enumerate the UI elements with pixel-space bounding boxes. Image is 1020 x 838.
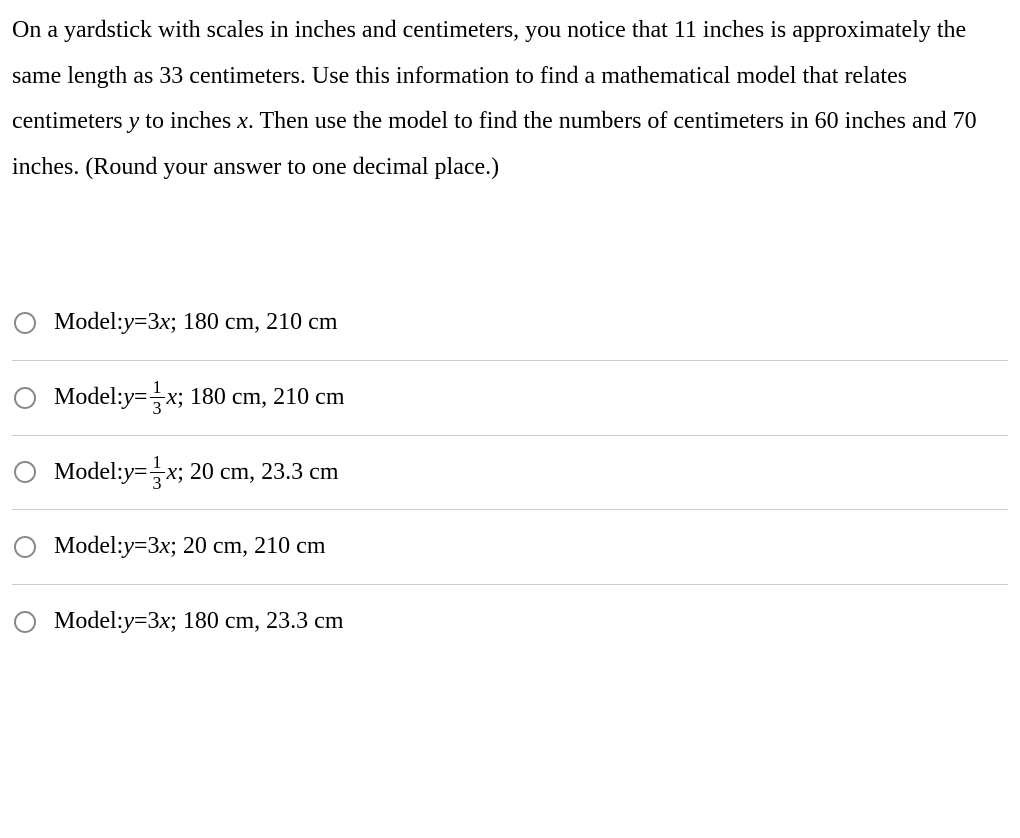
rest: ; 180 cm, 210 cm (170, 300, 337, 346)
option-row[interactable]: Model: y = 3x; 20 cm, 210 cm (12, 510, 1008, 585)
denominator: 3 (150, 398, 165, 417)
radio-icon[interactable] (14, 536, 36, 558)
x-var: x (160, 300, 171, 346)
x-var: x (167, 375, 178, 421)
denominator: 3 (150, 473, 165, 492)
equals: = (134, 300, 148, 346)
equals: = (134, 375, 148, 421)
y-var: y (123, 524, 134, 570)
numerator: 1 (150, 453, 165, 473)
model-label: Model: (54, 375, 123, 421)
rest: ; 180 cm, 210 cm (177, 375, 344, 421)
option-text: Model: y = 3x; 180 cm, 23.3 cm (54, 599, 344, 645)
rest: ; 20 cm, 23.3 cm (177, 450, 338, 496)
radio-icon[interactable] (14, 312, 36, 334)
variable-x: x (237, 108, 248, 134)
option-text: Model: y = 1 3 x; 20 cm, 23.3 cm (54, 450, 339, 496)
coef: 3 (148, 599, 160, 645)
y-var: y (123, 375, 134, 421)
numerator: 1 (150, 378, 165, 398)
options-list: Model: y = 3x; 180 cm, 210 cm Model: y =… (12, 286, 1008, 658)
fraction-icon: 1 3 (150, 453, 165, 492)
option-row[interactable]: Model: y = 1 3 x; 180 cm, 210 cm (12, 361, 1008, 436)
option-text: Model: y = 3x; 20 cm, 210 cm (54, 524, 326, 570)
question-text: On a yardstick with scales in inches and… (12, 8, 1008, 190)
x-var: x (160, 599, 171, 645)
radio-icon[interactable] (14, 461, 36, 483)
option-row[interactable]: Model: y = 1 3 x; 20 cm, 23.3 cm (12, 436, 1008, 511)
option-text: Model: y = 1 3 x; 180 cm, 210 cm (54, 375, 345, 421)
model-label: Model: (54, 524, 123, 570)
option-row[interactable]: Model: y = 3x; 180 cm, 23.3 cm (12, 585, 1008, 659)
option-row[interactable]: Model: y = 3x; 180 cm, 210 cm (12, 286, 1008, 361)
rest: ; 20 cm, 210 cm (170, 524, 325, 570)
y-var: y (123, 450, 134, 496)
model-label: Model: (54, 450, 123, 496)
coef: 3 (148, 524, 160, 570)
model-label: Model: (54, 599, 123, 645)
y-var: y (123, 300, 134, 346)
variable-y: y (129, 108, 140, 134)
fraction-icon: 1 3 (150, 378, 165, 417)
coef: 3 (148, 300, 160, 346)
y-var: y (123, 599, 134, 645)
equals: = (134, 524, 148, 570)
rest: ; 180 cm, 23.3 cm (170, 599, 343, 645)
x-var: x (167, 450, 178, 496)
question-part-2: to inches (139, 108, 237, 134)
equals: = (134, 450, 148, 496)
model-label: Model: (54, 300, 123, 346)
radio-icon[interactable] (14, 387, 36, 409)
x-var: x (160, 524, 171, 570)
option-text: Model: y = 3x; 180 cm, 210 cm (54, 300, 338, 346)
radio-icon[interactable] (14, 611, 36, 633)
equals: = (134, 599, 148, 645)
